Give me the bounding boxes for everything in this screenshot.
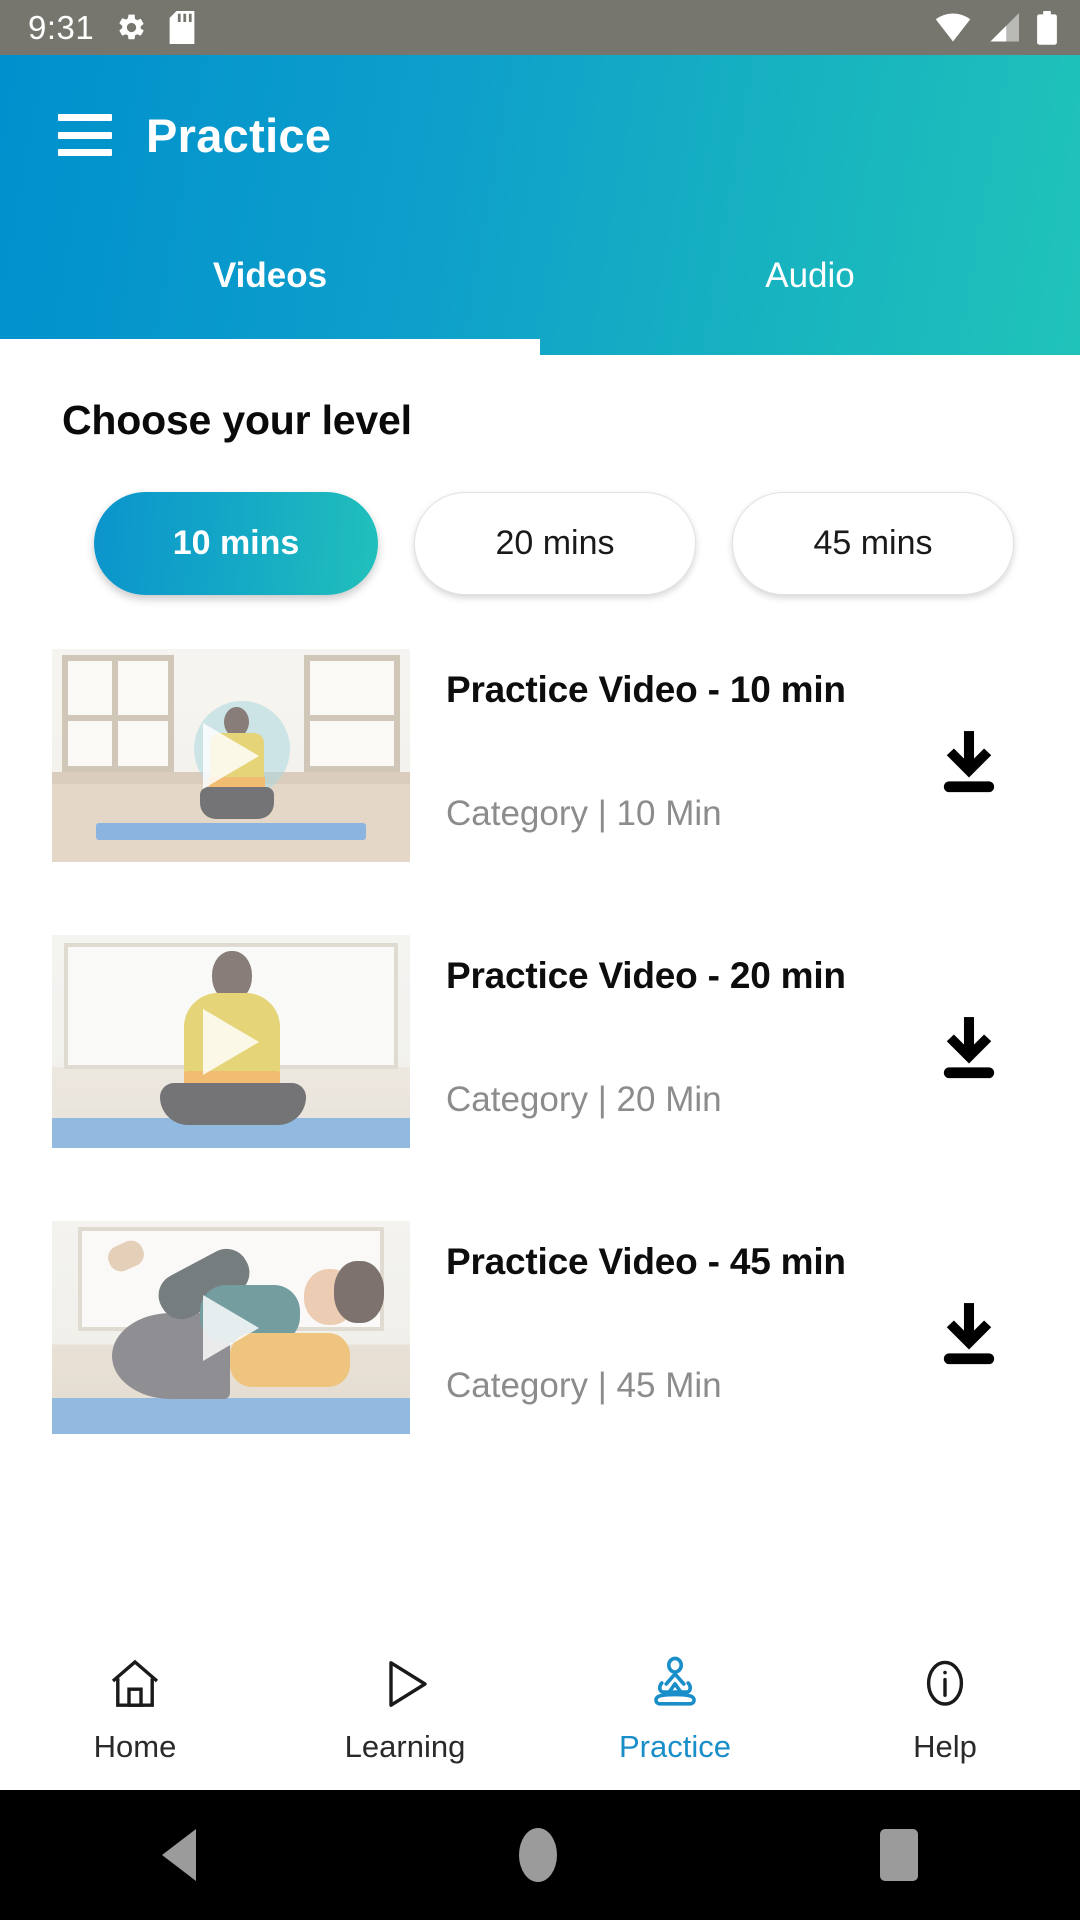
nav-item-practice-label: Practice <box>619 1728 731 1764</box>
android-system-nav <box>0 1790 1080 1920</box>
meditation-icon <box>647 1656 703 1717</box>
video-list-item[interactable]: Practice Video - 10 min Category | 10 Mi… <box>0 649 1080 935</box>
home-icon <box>107 1656 163 1717</box>
back-icon[interactable] <box>161 1829 196 1881</box>
tab-bar: Videos Audio <box>0 215 1080 355</box>
level-filter-45-mins-label: 45 mins <box>813 524 933 562</box>
video-thumbnail[interactable] <box>52 935 410 1148</box>
video-thumbnail[interactable] <box>52 1221 410 1434</box>
recents-icon[interactable] <box>880 1829 919 1881</box>
nav-item-help-label: Help <box>913 1728 977 1764</box>
tab-videos[interactable]: Videos <box>0 215 540 355</box>
nav-item-help[interactable]: Help <box>810 1656 1080 1765</box>
play-outline-icon <box>377 1656 433 1717</box>
nav-item-home[interactable]: Home <box>0 1656 270 1765</box>
app-bar-top-row: Practice <box>0 55 1080 215</box>
video-title: Practice Video - 45 min <box>446 1241 846 1282</box>
status-bar-clock: 9:31 <box>28 8 95 46</box>
gear-icon <box>116 12 147 43</box>
nav-item-learning[interactable]: Learning <box>270 1656 540 1765</box>
video-title: Practice Video - 10 min <box>446 669 846 710</box>
download-icon[interactable] <box>940 1017 998 1084</box>
home-icon[interactable] <box>518 1828 557 1882</box>
download-icon[interactable] <box>940 1303 998 1370</box>
status-bar-left: 9:31 <box>28 9 195 47</box>
info-circle-icon <box>917 1656 973 1717</box>
video-thumbnail[interactable] <box>52 649 410 862</box>
bottom-navigation: Home Learning Practice Help <box>0 1630 1080 1790</box>
video-subtitle: Category | 20 Min <box>446 1080 722 1119</box>
nav-item-practice[interactable]: Practice <box>540 1656 810 1765</box>
battery-icon <box>1036 10 1058 45</box>
video-info: Practice Video - 20 min Category | 20 Mi… <box>410 935 1080 1221</box>
play-icon <box>203 1008 259 1075</box>
level-filter-group: 10 mins 20 mins 45 mins <box>0 444 1080 595</box>
signal-icon <box>987 12 1021 43</box>
video-subtitle: Category | 10 Min <box>446 794 722 833</box>
main-content: Choose your level 10 mins 20 mins 45 min… <box>0 355 1080 1760</box>
level-filter-20-mins-label: 20 mins <box>495 524 615 562</box>
level-filter-20-mins[interactable]: 20 mins <box>414 492 696 595</box>
video-info: Practice Video - 45 min Category | 45 Mi… <box>410 1221 1080 1507</box>
nav-item-learning-label: Learning <box>344 1728 466 1764</box>
hamburger-menu-icon[interactable] <box>58 114 112 156</box>
video-title: Practice Video - 20 min <box>446 955 846 996</box>
level-filter-45-mins[interactable]: 45 mins <box>732 492 1014 595</box>
tab-audio[interactable]: Audio <box>540 215 1080 355</box>
status-bar: 9:31 <box>0 0 1080 55</box>
video-list-item[interactable]: Practice Video - 45 min Category | 45 Mi… <box>0 1221 1080 1507</box>
tab-active-indicator <box>0 339 540 355</box>
app-bar: Practice Videos Audio <box>0 55 1080 355</box>
sd-card-icon <box>169 11 195 44</box>
play-icon <box>203 722 259 789</box>
download-icon[interactable] <box>940 731 998 798</box>
nav-item-home-label: Home <box>93 1728 177 1764</box>
tab-videos-label: Videos <box>212 256 328 295</box>
video-subtitle: Category | 45 Min <box>446 1366 722 1405</box>
video-list-item[interactable]: Practice Video - 20 min Category | 20 Mi… <box>0 935 1080 1221</box>
video-list: Practice Video - 10 min Category | 10 Mi… <box>0 595 1080 1507</box>
page-title: Practice <box>146 108 332 162</box>
wifi-icon <box>934 12 972 43</box>
level-filter-10-mins[interactable]: 10 mins <box>94 492 378 595</box>
tab-audio-label: Audio <box>765 256 855 295</box>
video-info: Practice Video - 10 min Category | 10 Mi… <box>410 649 1080 935</box>
status-bar-right <box>934 10 1058 45</box>
section-title: Choose your level <box>62 397 412 443</box>
play-icon <box>203 1294 259 1361</box>
level-filter-10-mins-label: 10 mins <box>172 524 300 562</box>
